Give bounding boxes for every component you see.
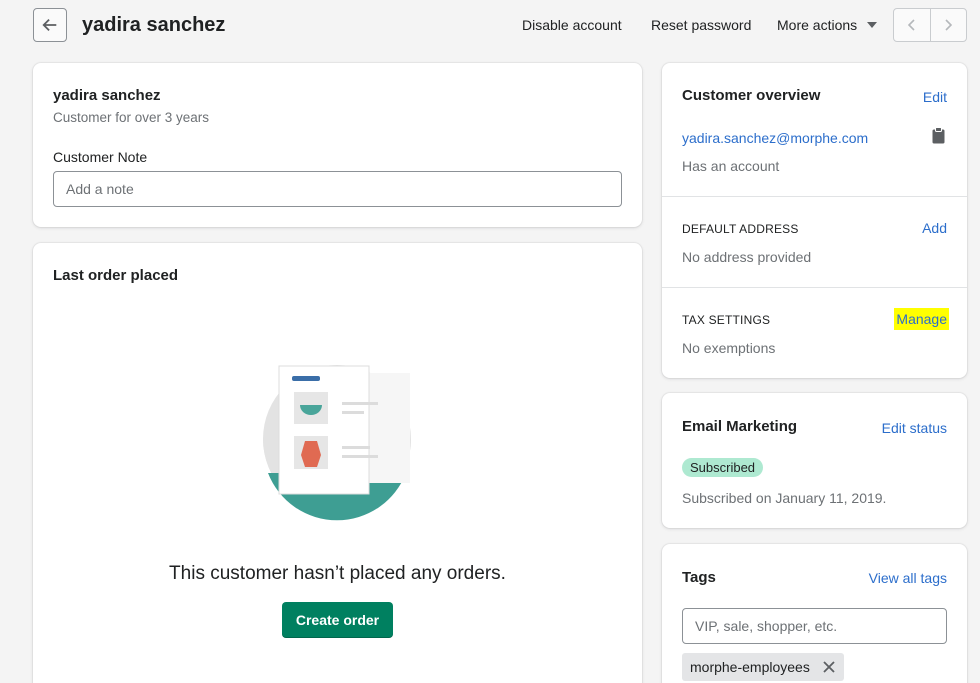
reset-password-button[interactable]: Reset password	[651, 17, 751, 33]
back-button[interactable]	[33, 8, 67, 42]
manage-tax-link[interactable]: Manage	[894, 308, 949, 330]
chevron-right-icon	[945, 19, 953, 31]
create-order-button[interactable]: Create order	[282, 602, 393, 638]
customer-note-label: Customer Note	[53, 149, 148, 165]
email-marketing-card: Email Marketing Edit status Subscribed S…	[662, 393, 967, 528]
customer-note-input[interactable]	[53, 171, 622, 207]
disable-account-button[interactable]: Disable account	[522, 17, 622, 33]
last-order-title: Last order placed	[53, 267, 179, 284]
clipboard-icon[interactable]	[932, 127, 945, 144]
view-all-tags-link[interactable]: View all tags	[869, 570, 947, 586]
more-actions-button[interactable]: More actions	[777, 17, 878, 33]
customer-overview-card: Customer overview Edit yadira.sanchez@mo…	[662, 63, 967, 378]
divider	[662, 196, 967, 197]
tag-chip: morphe-employees	[682, 653, 844, 681]
previous-customer-button[interactable]	[894, 9, 930, 41]
add-address-link[interactable]: Add	[922, 220, 947, 236]
address-value: No address provided	[682, 249, 812, 265]
customer-since: Customer for over 3 years	[53, 110, 210, 125]
remove-tag-button[interactable]	[818, 656, 840, 678]
arrow-left-icon	[42, 18, 57, 32]
more-actions-label: More actions	[777, 17, 858, 33]
tax-settings-heading: TAX SETTINGS	[682, 313, 771, 327]
chevron-left-icon	[907, 19, 915, 31]
customer-card: yadira sanchez Customer for over 3 years…	[33, 63, 642, 227]
customer-email-link[interactable]: yadira.sanchez@morphe.com	[682, 130, 868, 146]
customer-pagination	[893, 8, 967, 42]
account-status: Has an account	[682, 158, 780, 174]
edit-overview-link[interactable]: Edit	[923, 89, 947, 105]
close-icon	[823, 661, 835, 673]
subscription-date: Subscribed on January 11, 2019.	[682, 490, 887, 506]
edit-status-link[interactable]: Edit status	[882, 420, 947, 436]
subscription-status-badge: Subscribed	[682, 458, 764, 477]
tags-card: Tags View all tags morphe-employees	[662, 544, 967, 683]
customer-overview-title: Customer overview	[682, 87, 821, 104]
tax-exemptions-value: No exemptions	[682, 340, 776, 356]
email-marketing-title: Email Marketing	[682, 418, 798, 435]
page-title: yadira sanchez	[82, 14, 226, 36]
tag-label: morphe-employees	[690, 659, 810, 675]
empty-orders-message: This customer hasn’t placed any orders.	[169, 563, 506, 584]
tags-input[interactable]	[682, 608, 947, 644]
empty-orders-illustration	[263, 365, 411, 521]
default-address-heading: DEFAULT ADDRESS	[682, 222, 799, 236]
last-order-card: Last order placed This customer hasn’t p…	[33, 243, 642, 683]
caret-down-icon	[867, 22, 878, 28]
tags-title: Tags	[682, 569, 716, 586]
customer-name: yadira sanchez	[53, 87, 161, 104]
divider	[662, 287, 967, 288]
next-customer-button[interactable]	[929, 9, 967, 41]
